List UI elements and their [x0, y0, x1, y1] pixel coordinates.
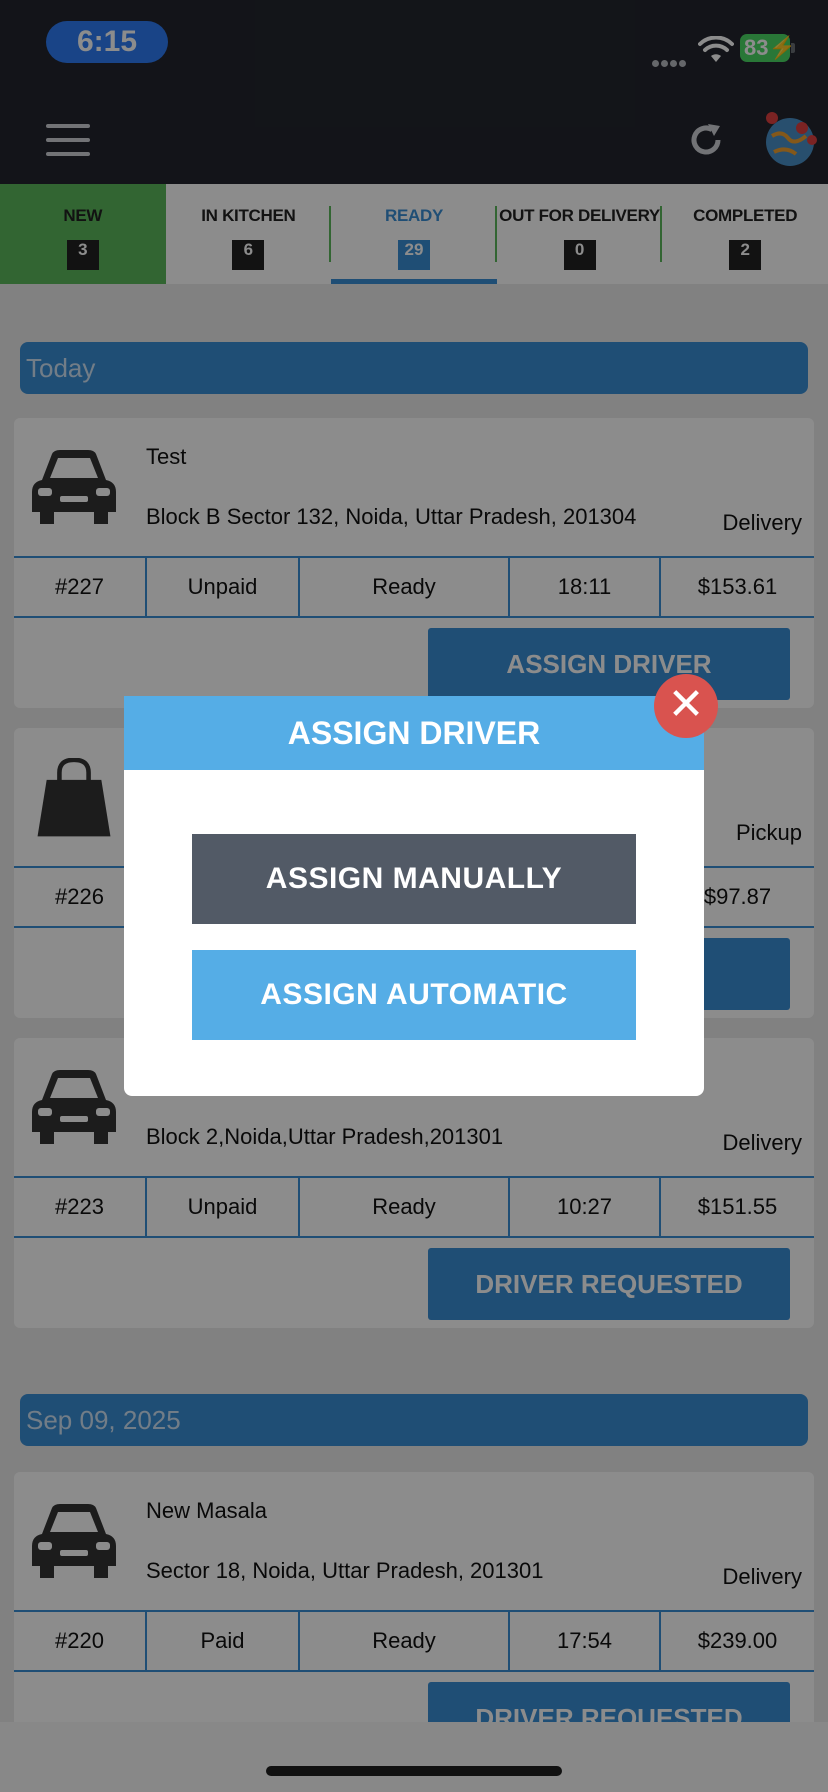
assign-automatic-button[interactable]: ASSIGN AUTOMATIC	[192, 950, 636, 1040]
assign-manually-button[interactable]: ASSIGN MANUALLY	[192, 834, 636, 924]
assign-driver-dialog: ASSIGN DRIVER ASSIGN MANUALLY ASSIGN AUT…	[124, 696, 704, 1096]
close-icon[interactable]: ✕	[654, 674, 718, 738]
dialog-title: ASSIGN DRIVER	[124, 696, 704, 770]
home-indicator[interactable]	[266, 1766, 562, 1776]
